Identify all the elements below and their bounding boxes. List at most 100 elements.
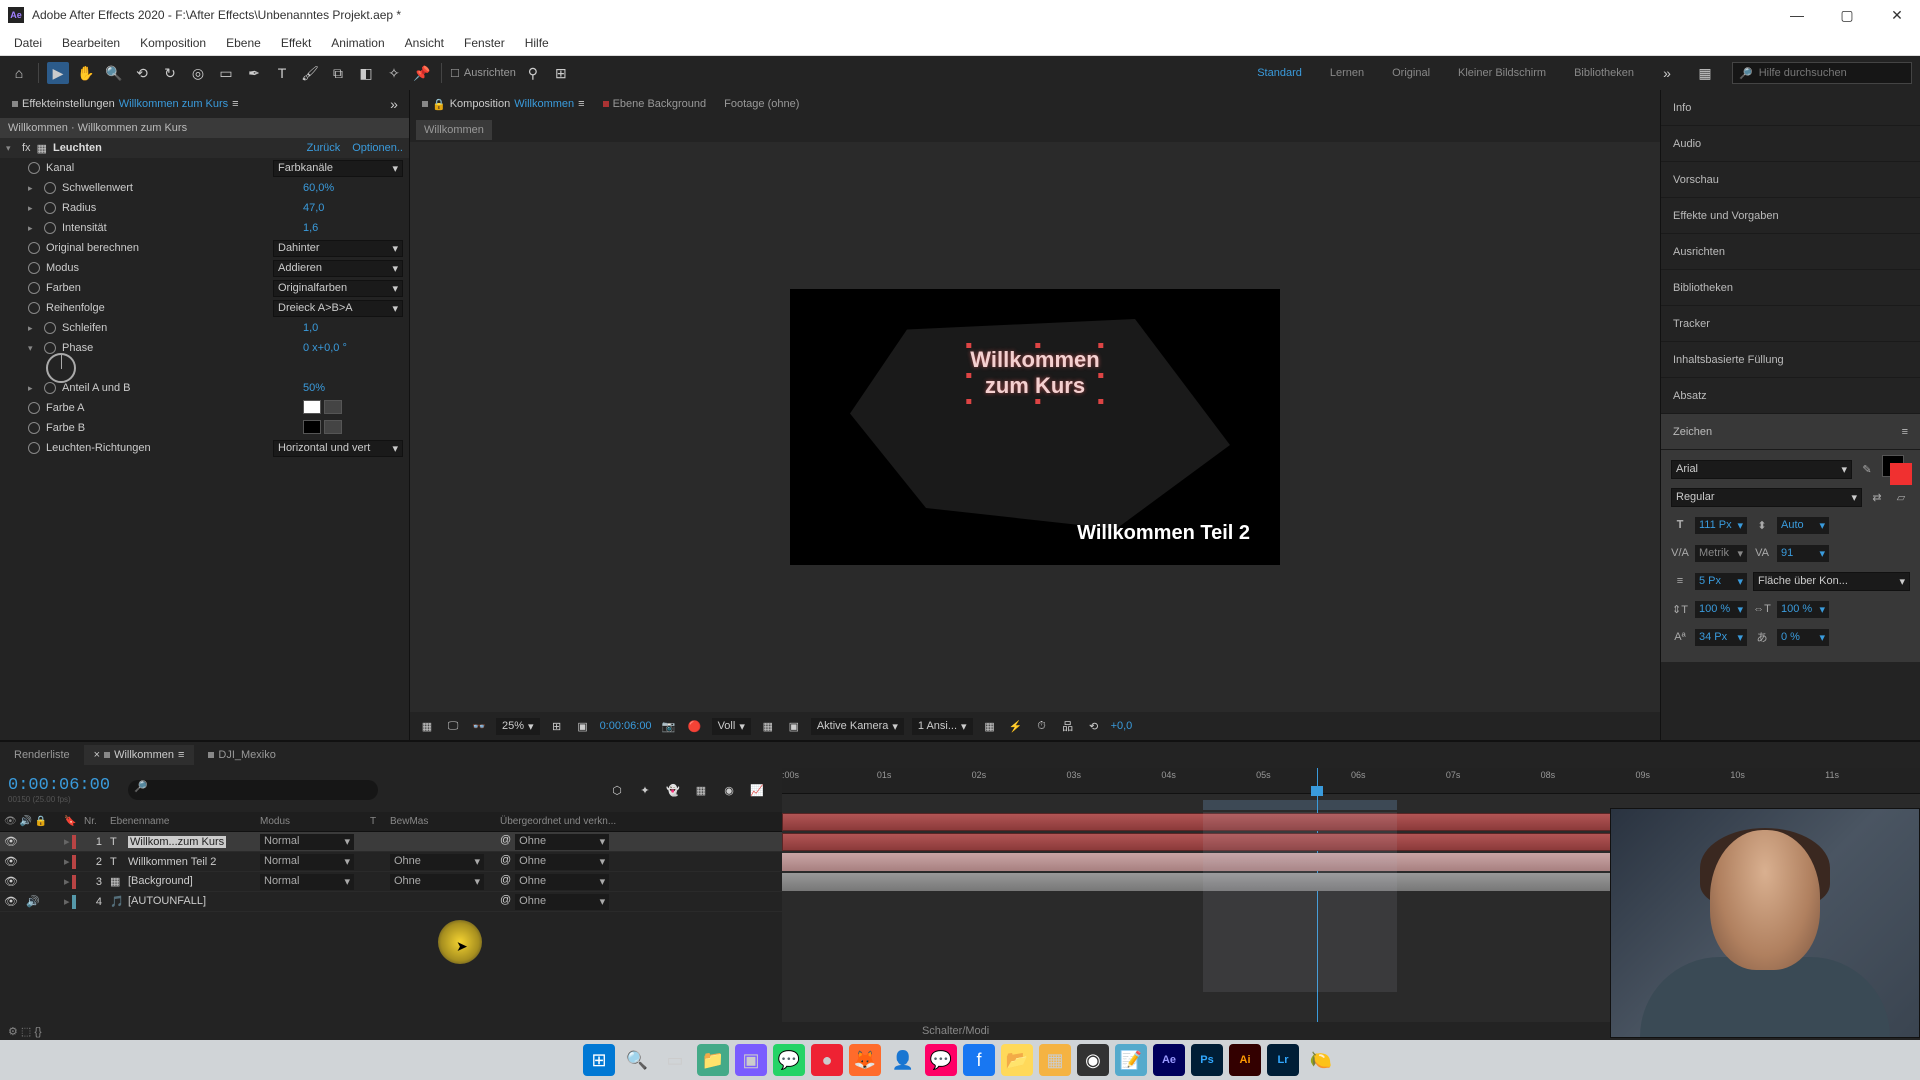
menu-animation[interactable]: Animation: [321, 30, 394, 56]
maximize-button[interactable]: ▢: [1832, 0, 1862, 30]
prop-modus-dropdown[interactable]: Addieren▾: [273, 260, 403, 277]
twirl-icon[interactable]: ▸: [64, 875, 70, 889]
taskbar-firefox-icon[interactable]: 🦊: [849, 1044, 881, 1076]
panel-fuellung[interactable]: Inhaltsbasierte Füllung: [1661, 342, 1920, 378]
panel-info[interactable]: Info: [1661, 90, 1920, 126]
stamp-tool[interactable]: ⧉: [327, 62, 349, 84]
switches-modes-toggle[interactable]: Schalter/Modi: [922, 1025, 989, 1037]
layer-row[interactable]: 👁▸3▦[Background]Normal▾Ohne▾@Ohne▾: [0, 872, 782, 892]
pickwhip-icon[interactable]: @: [500, 854, 511, 870]
text-tool[interactable]: T: [271, 62, 293, 84]
parent-dropdown[interactable]: Ohne▾: [515, 874, 609, 890]
taskbar-explorer-icon[interactable]: 📁: [697, 1044, 729, 1076]
close-button[interactable]: ✕: [1882, 0, 1912, 30]
stopwatch-icon[interactable]: [28, 442, 40, 454]
anchor-tool[interactable]: ◎: [187, 62, 209, 84]
footage-tab[interactable]: Footage (ohne): [716, 94, 807, 114]
time-ruler[interactable]: :00s01s02s03s04s05s06s07s08s09s10s11s12s: [782, 768, 1920, 794]
fx-options-link[interactable]: Optionen..: [352, 142, 403, 154]
font-size-value[interactable]: 111 Px▾: [1695, 517, 1747, 534]
stopwatch-icon[interactable]: [28, 242, 40, 254]
twirl-icon[interactable]: ▸: [64, 895, 70, 909]
graph-editor-icon[interactable]: 📈: [748, 781, 766, 799]
start-button[interactable]: ⊞: [583, 1044, 615, 1076]
rect-tool[interactable]: ▭: [215, 62, 237, 84]
pixel-aspect-icon[interactable]: ▦: [981, 717, 999, 735]
pickwhip-icon[interactable]: @: [500, 894, 511, 910]
panel-absatz[interactable]: Absatz: [1661, 378, 1920, 414]
res-icon[interactable]: ⊞: [548, 717, 566, 735]
workspace-original[interactable]: Original: [1386, 67, 1436, 79]
snapshot-icon[interactable]: 📷: [660, 717, 678, 735]
prop-reihenfolge-dropdown[interactable]: Dreieck A>B>A▾: [273, 300, 403, 317]
prop-anteil-value[interactable]: 50%: [303, 382, 403, 394]
zoom-dropdown[interactable]: 25%▾: [496, 718, 540, 735]
panel-tracker[interactable]: Tracker: [1661, 306, 1920, 342]
taskbar-ae-icon[interactable]: Ae: [1153, 1044, 1185, 1076]
mask-icon[interactable]: 👓: [470, 717, 488, 735]
display-icon[interactable]: 🖵: [444, 717, 462, 735]
comp-tab[interactable]: 🔒 Komposition Willkommen ≡: [414, 94, 593, 115]
prop-phase-value[interactable]: 0 x+0,0 °: [303, 342, 403, 354]
snap-grid-icon[interactable]: ⊞: [550, 62, 572, 84]
trackmatte-dropdown[interactable]: Ohne▾: [390, 854, 484, 870]
stopwatch-icon[interactable]: [44, 382, 56, 394]
panel-vorschau[interactable]: Vorschau: [1661, 162, 1920, 198]
stopwatch-icon[interactable]: [28, 162, 40, 174]
draft3d-icon[interactable]: ✦: [636, 781, 654, 799]
workspace-grid-icon[interactable]: ▦: [1694, 62, 1716, 84]
eye-icon[interactable]: 👁: [4, 895, 18, 908]
panel-audio[interactable]: Audio: [1661, 126, 1920, 162]
stopwatch-icon[interactable]: [28, 402, 40, 414]
taskbar-ai-icon[interactable]: Ai: [1229, 1044, 1261, 1076]
layer-name[interactable]: Willkommen Teil 2: [128, 856, 216, 868]
menu-bearbeiten[interactable]: Bearbeiten: [52, 30, 130, 56]
align-checkbox[interactable]: ☐Ausrichten: [450, 67, 516, 80]
hscale-value[interactable]: 100 %▾: [1777, 601, 1829, 618]
fx-tab[interactable]: Effekteinstellungen Willkommen zum Kurs …: [4, 94, 247, 114]
taskbar-app-icon[interactable]: ▦: [1039, 1044, 1071, 1076]
rotate-tool[interactable]: ↻: [159, 62, 181, 84]
fast-preview-icon[interactable]: ⚡: [1007, 717, 1025, 735]
blend-mode-dropdown[interactable]: Normal▾: [260, 854, 354, 870]
layer-name[interactable]: [Background]: [128, 875, 193, 888]
eraser-tool[interactable]: ◧: [355, 62, 377, 84]
exposure-value[interactable]: +0,0: [1111, 720, 1133, 732]
stopwatch-icon[interactable]: [44, 202, 56, 214]
transparency-icon[interactable]: ▦: [759, 717, 777, 735]
stopwatch-icon[interactable]: [44, 342, 56, 354]
alpha-icon[interactable]: ▦: [418, 717, 436, 735]
taskbar-taskview-icon[interactable]: ▭: [659, 1044, 691, 1076]
stopwatch-icon[interactable]: [28, 282, 40, 294]
tracking-value[interactable]: 91▾: [1777, 545, 1829, 562]
no-color-icon[interactable]: ▱: [1892, 488, 1910, 506]
font-family-dropdown[interactable]: Arial▾: [1671, 460, 1852, 479]
fill-color[interactable]: [1890, 463, 1912, 485]
parent-dropdown[interactable]: Ohne▾: [515, 894, 609, 910]
motion-blur-icon[interactable]: ◉: [720, 781, 738, 799]
baseline-value[interactable]: 34 Px▾: [1695, 629, 1747, 646]
panel-bibliotheken[interactable]: Bibliotheken: [1661, 270, 1920, 306]
color-tag[interactable]: [72, 835, 76, 849]
stopwatch-icon[interactable]: [44, 222, 56, 234]
fx-header[interactable]: ▾ fx ▦ Leuchten Zurück Optionen..: [0, 138, 409, 158]
eye-icon[interactable]: 👁: [4, 835, 18, 848]
menu-datei[interactable]: Datei: [4, 30, 52, 56]
prop-schwellenwert-value[interactable]: 60,0%: [303, 182, 403, 194]
prop-kanal-dropdown[interactable]: Farbkanäle▾: [273, 160, 403, 177]
font-style-dropdown[interactable]: Regular▾: [1671, 488, 1862, 507]
hand-tool[interactable]: ✋: [75, 62, 97, 84]
shy-icon[interactable]: 👻: [664, 781, 682, 799]
roi-icon[interactable]: ▣: [574, 717, 592, 735]
taskbar-app-icon[interactable]: ●: [811, 1044, 843, 1076]
taskbar-notepad-icon[interactable]: 📝: [1115, 1044, 1147, 1076]
workspace-bibliotheken[interactable]: Bibliotheken: [1568, 67, 1640, 79]
channel-icon[interactable]: 🔴: [686, 717, 704, 735]
views-dropdown[interactable]: 1 Ansi...▾: [912, 718, 973, 735]
help-search[interactable]: 🔎Hilfe durchsuchen: [1732, 62, 1912, 84]
eyedropper-icon[interactable]: ✎: [1858, 460, 1876, 478]
resolution-dropdown[interactable]: Voll▾: [712, 718, 751, 735]
timeline-timecode[interactable]: 0:00:06:00: [8, 776, 110, 795]
fill-over-dropdown[interactable]: Fläche über Kon...▾: [1753, 572, 1910, 591]
stopwatch-icon[interactable]: [44, 322, 56, 334]
